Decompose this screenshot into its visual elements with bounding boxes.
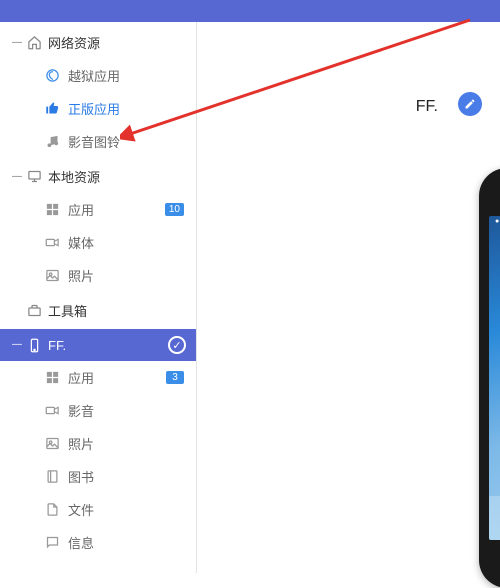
video-camera-icon (44, 403, 60, 419)
section-label: 本地资源 (48, 167, 100, 186)
collapse-icon: — (12, 340, 20, 350)
apps-grid-icon (44, 202, 60, 218)
sidebar-item-device-apps[interactable]: 应用 3 (0, 361, 196, 394)
main-pane: FF. ●●●●●100% 9:41 信息日历照片相机天气时钟地图视频备忘录提醒… (197, 22, 500, 573)
count-badge: 10 (165, 203, 184, 216)
book-icon (44, 469, 60, 485)
collapse-icon: — (12, 38, 20, 48)
sidebar-item-device-photos[interactable]: 照片 (0, 427, 196, 460)
sidebar-item-local-media[interactable]: 媒体 (0, 226, 196, 259)
item-label: 媒体 (68, 233, 94, 252)
item-label: 文件 (68, 500, 94, 519)
phone-screen: ●●●●●100% 9:41 信息日历照片相机天气时钟地图视频备忘录提醒事项股市… (489, 216, 500, 540)
section-label: 工具箱 (48, 301, 87, 320)
item-label: 应用 (68, 368, 94, 387)
chat-icon (44, 535, 60, 551)
item-label: 照片 (68, 266, 94, 285)
section-label: FF. (48, 338, 66, 353)
section-label: 网络资源 (48, 33, 100, 52)
device-name-label: FF. (416, 98, 438, 116)
status-bar: ●●●●●100% (489, 216, 500, 230)
sidebar-item-device-media[interactable]: 影音 (0, 394, 196, 427)
item-label: 越狱应用 (68, 66, 120, 85)
video-camera-icon (44, 235, 60, 251)
sidebar-item-local-apps[interactable]: 应用 10 (0, 193, 196, 226)
apps-grid-icon (44, 370, 60, 386)
image-icon (44, 436, 60, 452)
item-label: 信息 (68, 533, 94, 552)
edit-device-name-button[interactable] (458, 92, 482, 116)
device-preview: ●●●●●100% 9:41 信息日历照片相机天气时钟地图视频备忘录提醒事项股市… (479, 168, 500, 588)
sidebar-item-jailbreak-apps[interactable]: 越狱应用 (0, 59, 196, 92)
file-icon (44, 502, 60, 518)
music-note-icon (44, 134, 60, 150)
check-icon: ✓ (168, 336, 186, 354)
sidebar-item-device-books[interactable]: 图书 (0, 460, 196, 493)
count-badge: 3 (166, 371, 184, 384)
sidebar-item-media-ringtones[interactable]: 影音图铃 (0, 125, 196, 158)
item-label: 影音 (68, 401, 94, 420)
jailbreak-icon (44, 68, 60, 84)
section-toolbox[interactable]: 工具箱 (0, 294, 196, 327)
section-local-resources[interactable]: — 本地资源 (0, 160, 196, 193)
title-bar (0, 0, 500, 22)
section-network-resources[interactable]: — 网络资源 (0, 26, 196, 59)
phone-icon (26, 337, 42, 353)
item-label: 应用 (68, 200, 94, 219)
item-label: 正版应用 (68, 99, 120, 118)
pencil-icon (464, 98, 476, 110)
item-label: 图书 (68, 467, 94, 486)
section-device[interactable]: — FF. ✓ (0, 329, 196, 361)
home-icon (26, 35, 42, 51)
monitor-icon (26, 169, 42, 185)
sidebar-item-local-photos[interactable]: 照片 (0, 259, 196, 292)
sidebar-item-device-messages[interactable]: 信息 (0, 526, 196, 559)
collapse-icon: — (12, 172, 20, 182)
item-label: 影音图铃 (68, 132, 120, 151)
image-icon (44, 268, 60, 284)
sidebar-item-genuine-apps[interactable]: 正版应用 (0, 92, 196, 125)
sidebar: — 网络资源 越狱应用 正版应用 影音图铃 — 本地资源 (0, 22, 197, 573)
thumbs-up-icon (44, 101, 60, 117)
briefcase-icon (26, 303, 42, 319)
sidebar-item-device-files[interactable]: 文件 (0, 493, 196, 526)
item-label: 照片 (68, 434, 94, 453)
